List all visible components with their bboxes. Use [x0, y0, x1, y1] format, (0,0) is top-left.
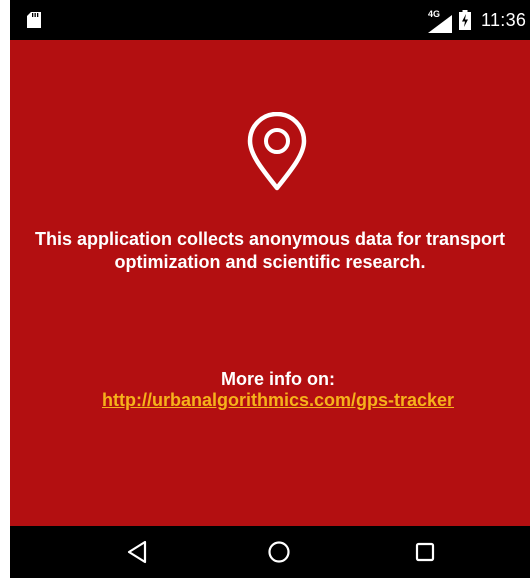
- more-info-label: More info on:: [221, 369, 335, 389]
- sd-card-icon: [27, 12, 41, 28]
- more-info-link[interactable]: http://urbanalgorithmics.com/gps-tracker: [10, 389, 530, 411]
- app-screen: 4G 11:36 This application collects anony…: [10, 0, 530, 578]
- back-button[interactable]: [123, 539, 153, 565]
- clock: 11:36: [481, 10, 527, 30]
- battery-charging-icon: [459, 10, 471, 30]
- recents-button[interactable]: [410, 539, 440, 565]
- status-bar: 4G 11:36: [10, 0, 530, 40]
- location-pin-icon: [247, 112, 307, 191]
- navigation-bar: [10, 526, 530, 578]
- home-button[interactable]: [264, 539, 294, 565]
- privacy-message: This application collects anonymous data…: [34, 229, 506, 272]
- signal-icon: [428, 15, 452, 33]
- main-content: This application collects anonymous data…: [10, 40, 530, 526]
